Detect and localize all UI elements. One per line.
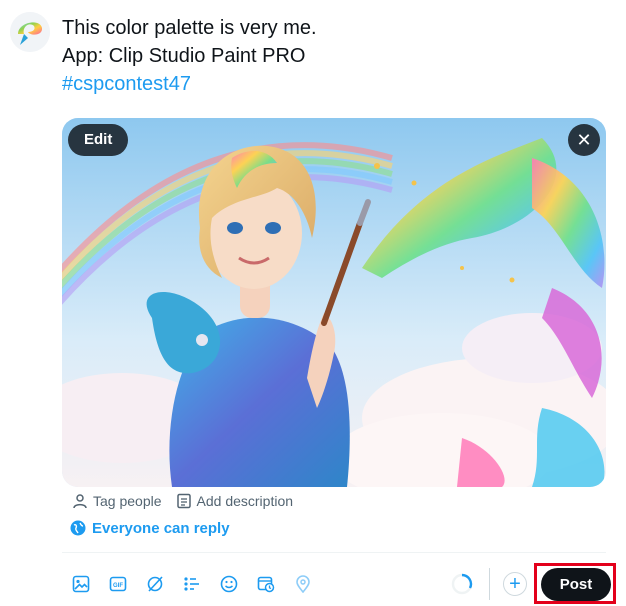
- poll-icon: [183, 577, 199, 591]
- person-icon: [73, 494, 87, 509]
- post-text-line: This color palette is very me.: [62, 17, 317, 39]
- add-description-label: Add description: [196, 493, 294, 509]
- hashtag-link[interactable]: #cspcontest47: [62, 70, 602, 98]
- app-logo-icon: [10, 12, 50, 52]
- post-button[interactable]: Post: [541, 568, 611, 601]
- globe-icon: [70, 520, 86, 536]
- compose-toolbar: GIF: [62, 564, 321, 604]
- svg-text:GIF: GIF: [113, 583, 123, 589]
- divider: [62, 552, 606, 553]
- compose-post: This color palette is very me. App: Clip…: [0, 0, 626, 606]
- close-icon: ✕: [576, 130, 592, 150]
- reply-setting-button[interactable]: Everyone can reply: [70, 517, 230, 539]
- schedule-button[interactable]: [247, 566, 284, 602]
- post-text[interactable]: This color palette is very me. App: Clip…: [62, 14, 602, 98]
- attached-image: Edit ✕: [62, 118, 606, 487]
- gif-icon: GIF: [109, 576, 126, 592]
- grok-button[interactable]: [136, 566, 173, 602]
- remove-media-button[interactable]: ✕: [568, 124, 600, 156]
- emoji-button[interactable]: [210, 566, 247, 602]
- location-button[interactable]: [284, 566, 321, 602]
- tag-people-button[interactable]: Tag people: [72, 493, 162, 509]
- reply-setting-label: Everyone can reply: [92, 519, 230, 537]
- document-icon: [176, 493, 191, 509]
- media-actions: Tag people Add description: [72, 491, 307, 511]
- toolbar-divider: [489, 568, 490, 600]
- edit-media-button[interactable]: Edit: [68, 124, 129, 156]
- avatar[interactable]: [10, 12, 50, 52]
- tag-people-label: Tag people: [93, 493, 162, 509]
- emoji-icon: [220, 575, 237, 593]
- plus-icon: +: [509, 573, 521, 595]
- image-icon: [72, 575, 89, 593]
- add-post-button[interactable]: +: [503, 572, 527, 596]
- add-media-button[interactable]: [62, 566, 99, 602]
- add-gif-button[interactable]: GIF: [99, 566, 136, 602]
- schedule-icon: [257, 576, 274, 593]
- grok-icon: [147, 576, 163, 592]
- character-counter-icon: [451, 573, 473, 595]
- artwork-image: [62, 118, 606, 487]
- location-icon: [295, 575, 310, 593]
- post-text-line: App: Clip Studio Paint PRO: [62, 45, 306, 67]
- add-description-button[interactable]: Add description: [176, 493, 294, 509]
- poll-button[interactable]: [173, 566, 210, 602]
